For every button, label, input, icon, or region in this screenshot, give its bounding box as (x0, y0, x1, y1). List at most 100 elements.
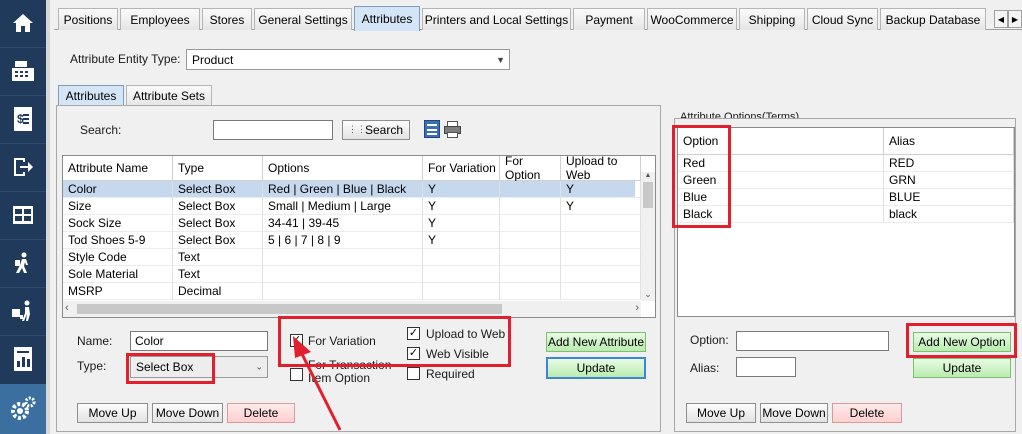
table-cell (561, 232, 641, 249)
table-cell: Sock Size (63, 215, 173, 232)
required-checkbox[interactable] (407, 367, 420, 380)
search-button[interactable]: ⋮⋮ Search (342, 120, 410, 140)
table-cell: Select Box (173, 181, 263, 198)
column-header-attribute-name[interactable]: Attribute Name (63, 156, 173, 181)
table-cell (263, 283, 423, 300)
table-row[interactable]: MSRP Decimal (63, 283, 641, 300)
column-header-upload-to-web[interactable]: Upload to Web (561, 156, 641, 181)
scroll-down-icon[interactable]: ⌄ (641, 289, 655, 301)
grid-horizontal-scrollbar[interactable]: ‹ › (63, 301, 641, 317)
table-cell: Sole Material (63, 266, 173, 283)
subtab-attributes[interactable]: Attributes (58, 85, 124, 105)
scrollbar-thumb[interactable] (77, 304, 502, 314)
hand-truck-icon[interactable] (0, 288, 46, 334)
table-cell: BLUE (884, 189, 1014, 206)
option-move-up-button[interactable]: Move Up (686, 403, 756, 423)
required-label: Required (426, 367, 475, 381)
alias-label: Alias: (690, 361, 720, 375)
table-cell (500, 249, 561, 266)
alias-input[interactable] (736, 357, 796, 377)
table-row[interactable]: Size Select Box Small | Medium | Large Y Y (63, 198, 641, 215)
table-cell (500, 181, 561, 198)
option-label: Option: (690, 333, 729, 347)
table-cell (423, 266, 500, 283)
svg-text:$: $ (17, 112, 24, 126)
home-icon[interactable] (0, 0, 46, 46)
add-new-attribute-button[interactable]: Add New Attribute (546, 332, 646, 352)
option-delete-button[interactable]: Delete (832, 403, 902, 423)
column-header-alias[interactable]: Alias (884, 128, 1014, 155)
table-cell: 34-41 | 39-45 (263, 215, 423, 232)
option-move-down-button[interactable]: Move Down (760, 403, 828, 423)
table-row[interactable]: Sole Material Text (63, 266, 641, 283)
option-input[interactable] (736, 331, 889, 351)
move-down-button[interactable]: Move Down (152, 403, 223, 423)
scroll-right-icon[interactable]: ▶ (1008, 10, 1022, 28)
tab-scroll-arrows: ◀ ▶ (994, 10, 1022, 28)
tab-printers-local-settings[interactable]: Printers and Local Settings (422, 8, 571, 30)
tab-shipping[interactable]: Shipping (739, 8, 805, 30)
table-cell (500, 266, 561, 283)
table-cell: Tod Shoes 5-9 (63, 232, 173, 249)
table-row[interactable]: Style Code Text (63, 249, 641, 266)
tab-general-settings[interactable]: General Settings (254, 8, 352, 30)
chevron-down-icon: ▼ (496, 54, 505, 65)
scrollbar-thumb[interactable] (643, 182, 653, 208)
tab-employees[interactable]: Employees (120, 8, 200, 30)
scroll-up-icon[interactable]: ▲ (641, 172, 655, 180)
table-cell (263, 249, 423, 266)
table-cell: Text (173, 249, 263, 266)
table-cell: Select Box (173, 232, 263, 249)
grid-vertical-scrollbar[interactable]: ▲ ⌄ (641, 172, 655, 301)
column-header-options[interactable]: Options (263, 156, 423, 181)
receipt-icon[interactable]: $ (0, 96, 46, 142)
tab-positions[interactable]: Positions (58, 8, 118, 30)
entity-type-value: Product (192, 52, 234, 67)
entity-type-select[interactable]: Product ▼ (186, 49, 510, 70)
warehouse-icon[interactable] (0, 192, 46, 238)
column-header-for-variation[interactable]: For Variation (423, 156, 500, 181)
table-cell (500, 198, 561, 215)
tab-cloud-sync[interactable]: Cloud Sync (807, 8, 878, 30)
column-header-type[interactable]: Type (173, 156, 263, 181)
table-cell: Red | Green | Blue | Black (263, 181, 423, 198)
table-row[interactable]: Color Select Box Red | Green | Blue | Blac… (63, 181, 641, 198)
update-option-button[interactable]: Update (913, 358, 1011, 378)
highlight-option-values (672, 125, 731, 228)
scroll-left-icon[interactable]: ‹ (65, 302, 69, 314)
table-cell (500, 215, 561, 232)
move-up-button[interactable]: Move Up (77, 403, 148, 423)
name-input[interactable]: Color (130, 331, 268, 351)
tab-payment[interactable]: Payment (573, 8, 645, 30)
tab-attributes[interactable]: Attributes (354, 6, 420, 31)
table-cell: MSRP (63, 283, 173, 300)
table-cell: Y (423, 232, 500, 249)
tab-stores[interactable]: Stores (202, 8, 252, 30)
table-row[interactable]: Tod Shoes 5-9 Select Box 5 | 6 | 7 | 8 | 9… (63, 232, 641, 249)
table-cell (561, 283, 641, 300)
scroll-left-icon[interactable]: ◀ (994, 10, 1008, 28)
scroll-right-icon[interactable]: › (635, 302, 639, 314)
search-input[interactable] (213, 120, 333, 140)
logout-icon[interactable] (0, 144, 46, 190)
subtab-attribute-sets[interactable]: Attribute Sets (126, 85, 212, 105)
table-cell (423, 249, 500, 266)
printer-icon[interactable] (444, 121, 461, 138)
column-header-for-option[interactable]: For Option (500, 156, 561, 182)
table-cell: GRN (884, 172, 1014, 189)
settings-icon[interactable] (0, 384, 46, 434)
table-cell: RED (884, 155, 1014, 172)
table-cell: black (884, 206, 1014, 223)
delivery-icon[interactable] (0, 240, 46, 286)
table-cell (561, 266, 641, 283)
document-icon[interactable] (424, 120, 440, 138)
search-icon: ⋮⋮ (348, 124, 366, 134)
update-attribute-button[interactable]: Update (546, 357, 646, 379)
table-cell: Y (423, 215, 500, 232)
table-cell: Color (63, 181, 173, 198)
report-icon[interactable] (0, 336, 46, 382)
tab-woocommerce[interactable]: WooCommerce (647, 8, 737, 30)
tab-backup-database[interactable]: Backup Database (880, 8, 986, 30)
table-row[interactable]: Sock Size Select Box 34-41 | 39-45 Y (63, 215, 641, 232)
cash-register-icon[interactable] (0, 48, 46, 94)
